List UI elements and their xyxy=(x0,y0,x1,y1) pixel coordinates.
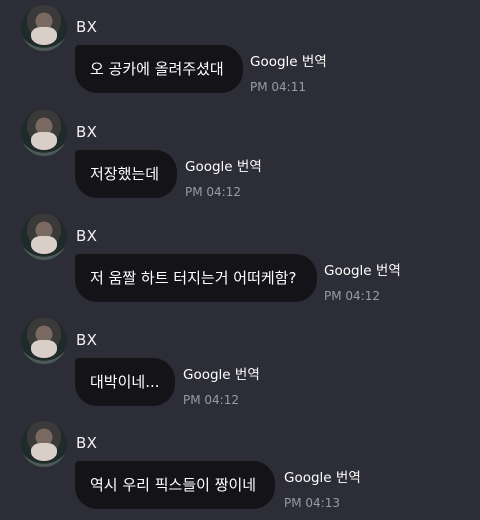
chat-message-list: BX 오 공카에 올려주셨대 Google 번역 PM 04:11 BX 저장했… xyxy=(0,0,480,520)
message-timestamp: PM 04:12 xyxy=(324,289,380,303)
message-timestamp: PM 04:12 xyxy=(183,393,239,407)
avatar[interactable] xyxy=(21,421,67,467)
chat-message: BX 대박이네... Google 번역 PM 04:12 xyxy=(0,313,480,413)
chat-message: BX 저 움짤 하트 터지는거 어떠케함? Google 번역 PM 04:12 xyxy=(0,209,480,309)
avatar[interactable] xyxy=(21,110,67,156)
chat-message: BX 저장했는데 Google 번역 PM 04:12 xyxy=(0,105,480,205)
chat-message: BX 역시 우리 픽스들이 짱이네 Google 번역 PM 04:13 xyxy=(0,416,480,516)
avatar[interactable] xyxy=(21,214,67,260)
google-translate-link[interactable]: Google 번역 xyxy=(250,50,327,70)
message-bubble[interactable]: 저 움짤 하트 터지는거 어떠케함? xyxy=(75,254,317,302)
sender-name: BX xyxy=(76,227,98,245)
avatar[interactable] xyxy=(21,318,67,364)
avatar[interactable] xyxy=(21,5,67,51)
message-bubble[interactable]: 대박이네... xyxy=(75,358,175,406)
google-translate-link[interactable]: Google 번역 xyxy=(183,363,260,383)
google-translate-link[interactable]: Google 번역 xyxy=(185,155,262,175)
message-timestamp: PM 04:13 xyxy=(284,496,340,510)
message-timestamp: PM 04:11 xyxy=(250,80,306,94)
message-timestamp: PM 04:12 xyxy=(185,185,241,199)
sender-name: BX xyxy=(76,434,98,452)
message-bubble[interactable]: 역시 우리 픽스들이 짱이네 xyxy=(75,461,275,509)
sender-name: BX xyxy=(76,18,98,36)
chat-message: BX 오 공카에 올려주셨대 Google 번역 PM 04:11 xyxy=(0,0,480,100)
google-translate-link[interactable]: Google 번역 xyxy=(324,259,401,279)
sender-name: BX xyxy=(76,123,98,141)
sender-name: BX xyxy=(76,331,98,349)
google-translate-link[interactable]: Google 번역 xyxy=(284,466,361,486)
message-bubble[interactable]: 오 공카에 올려주셨대 xyxy=(75,45,243,93)
message-bubble[interactable]: 저장했는데 xyxy=(75,150,177,198)
